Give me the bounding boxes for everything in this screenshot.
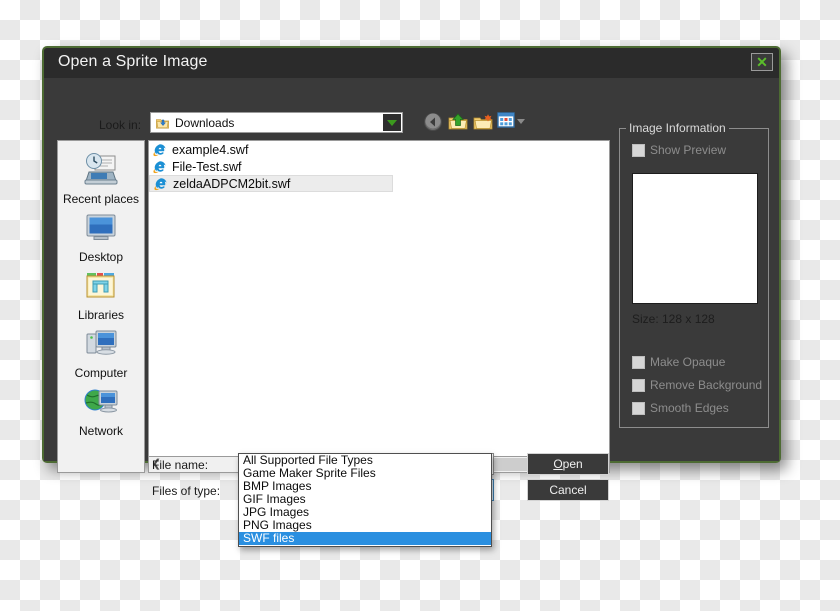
sidebar-item-label: Recent places: [58, 192, 144, 206]
checkbox-icon: [632, 379, 645, 392]
dialog-title: Open a Sprite Image: [58, 53, 208, 71]
desktop-icon: [58, 207, 144, 249]
image-size-label: Size: 128 x 128: [632, 312, 715, 326]
views-grid-icon[interactable]: [497, 111, 529, 133]
libraries-icon: [58, 265, 144, 307]
sidebar-item-label: Computer: [58, 366, 144, 380]
checkbox-icon: [632, 402, 645, 415]
remove-background-checkbox[interactable]: Remove Background: [632, 378, 762, 392]
dropdown-option-selected[interactable]: SWF files: [239, 532, 491, 545]
file-name: zeldaADPCM2bit.swf: [173, 177, 290, 191]
checkbox-icon: [632, 144, 645, 157]
title-bar: Open a Sprite Image ✕: [44, 48, 779, 78]
cancel-button[interactable]: Cancel: [527, 479, 609, 501]
checkbox-icon: [632, 356, 645, 369]
file-name: example4.swf: [172, 143, 248, 157]
image-information-group: Image Information Show Preview Size: 128…: [619, 128, 769, 428]
image-information-legend: Image Information: [626, 121, 729, 135]
network-icon: [58, 381, 144, 423]
sidebar-item-recent-places[interactable]: Recent places: [58, 149, 144, 206]
checkbox-label: Remove Background: [650, 378, 762, 392]
look-in-dropdown-arrow[interactable]: [383, 114, 401, 131]
checkbox-label: Make Opaque: [650, 355, 725, 369]
open-button[interactable]: Open: [527, 453, 609, 475]
places-sidebar: Recent places Desktop: [57, 140, 145, 473]
checkbox-label: Show Preview: [650, 143, 726, 157]
internet-explorer-icon: [152, 159, 168, 175]
sidebar-item-label: Network: [58, 424, 144, 438]
dialog-body: Look in: Downloads: [44, 78, 779, 461]
file-name-label: File name:: [152, 458, 208, 472]
close-icon[interactable]: ✕: [751, 53, 773, 71]
sidebar-item-label: Libraries: [58, 308, 144, 322]
show-preview-checkbox[interactable]: Show Preview: [632, 143, 726, 157]
new-folder-icon[interactable]: [472, 111, 494, 133]
preview-image-box: [632, 173, 758, 304]
file-name: File-Test.swf: [172, 160, 241, 174]
list-item[interactable]: File-Test.swf: [149, 158, 609, 175]
files-of-type-label: Files of type:: [152, 484, 220, 498]
smooth-edges-checkbox[interactable]: Smooth Edges: [632, 401, 729, 415]
look-in-value: Downloads: [175, 116, 234, 130]
open-sprite-image-dialog: Open a Sprite Image ✕ Look in: Downloads: [42, 46, 781, 463]
downloads-folder-icon: [155, 116, 170, 130]
sidebar-item-computer[interactable]: Computer: [58, 323, 144, 380]
sidebar-item-label: Desktop: [58, 250, 144, 264]
checkbox-label: Smooth Edges: [650, 401, 729, 415]
file-list[interactable]: example4.swf File-Test.swf zelda: [148, 140, 610, 457]
computer-icon: [58, 323, 144, 365]
internet-explorer-icon: [152, 142, 168, 158]
sidebar-item-desktop[interactable]: Desktop: [58, 207, 144, 264]
look-in-combobox[interactable]: Downloads: [150, 112, 403, 133]
open-accel: O: [553, 457, 562, 471]
list-item[interactable]: example4.swf: [149, 141, 609, 158]
recent-places-icon: [58, 149, 144, 191]
files-of-type-dropdown-list[interactable]: All Supported File Types Game Maker Spri…: [238, 453, 492, 547]
back-arrow-icon[interactable]: [422, 111, 444, 133]
views-dropdown-caret[interactable]: [517, 119, 525, 124]
sidebar-item-libraries[interactable]: Libraries: [58, 265, 144, 322]
internet-explorer-icon: [153, 176, 169, 192]
sidebar-item-network[interactable]: Network: [58, 381, 144, 438]
make-opaque-checkbox[interactable]: Make Opaque: [632, 355, 725, 369]
open-rest: pen: [563, 457, 583, 471]
list-item[interactable]: zeldaADPCM2bit.swf: [149, 175, 393, 192]
up-one-level-icon[interactable]: [447, 111, 469, 133]
look-in-label: Look in:: [99, 118, 141, 132]
